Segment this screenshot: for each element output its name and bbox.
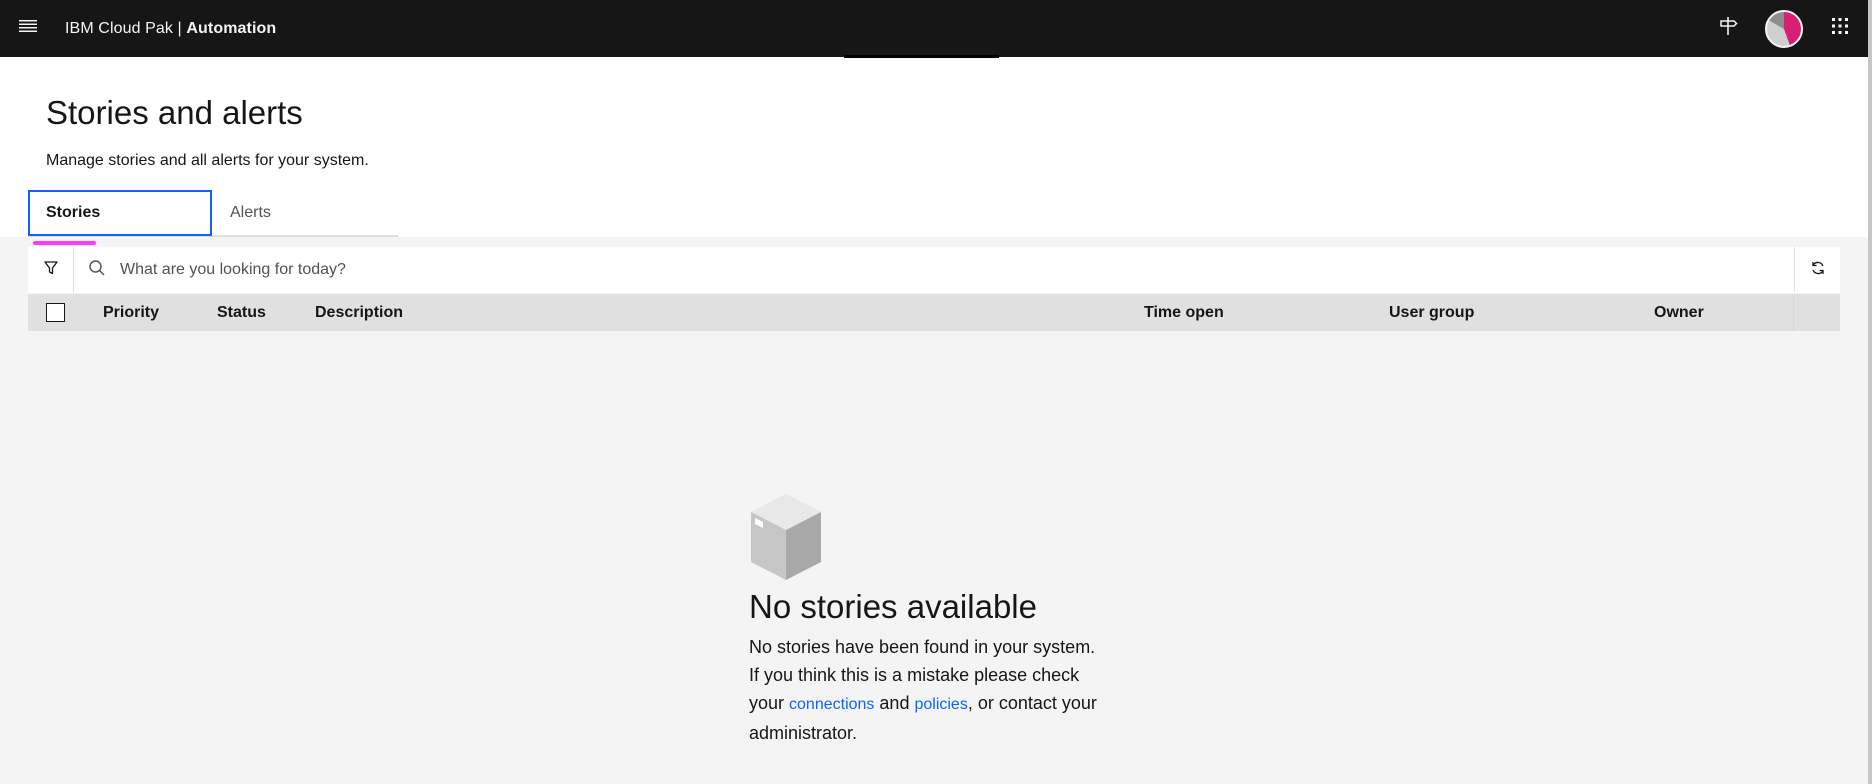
brand-prefix: IBM Cloud Pak | [65, 19, 187, 37]
column-header-description[interactable]: Description [315, 294, 403, 331]
hamburger-menu-icon [18, 18, 38, 39]
empty-state-line-2: If you think this is a mistake please ch… [749, 665, 1080, 685]
connections-link[interactable]: connections [789, 696, 874, 713]
empty-state-line-3: your connections and policies, or contac… [749, 689, 1149, 719]
empty-state-line-4: administrator. [749, 723, 858, 743]
tab-alerts-label: Alerts [230, 203, 271, 221]
empty-state-line-1: No stories have been found in your syste… [749, 637, 1096, 657]
scrollbar-track[interactable] [1868, 0, 1872, 784]
search-box [74, 247, 1794, 293]
empty-box-icon [749, 494, 823, 586]
tab-alerts[interactable]: Alerts [212, 190, 396, 235]
product-brand[interactable]: IBM Cloud Pak | Automation [65, 20, 276, 38]
top-header: IBM Cloud Pak | Automation [0, 0, 1868, 57]
app-switcher-button[interactable] [1812, 0, 1868, 57]
filter-button[interactable] [28, 247, 74, 293]
column-header-user-group[interactable]: User group [1389, 294, 1474, 331]
avatar [1765, 9, 1803, 48]
refresh-icon [1810, 260, 1826, 281]
empty-state-after: , or contact your [967, 693, 1097, 713]
user-avatar-button[interactable] [1756, 0, 1812, 57]
refresh-button[interactable] [1794, 247, 1840, 293]
tab-stories[interactable]: Stories [28, 190, 212, 236]
column-header-priority[interactable]: Priority [103, 294, 159, 331]
column-settings-cell [1793, 294, 1840, 331]
empty-state-message: No stories have been found in your syste… [749, 633, 1149, 747]
signpost-icon [1717, 15, 1739, 42]
tab-stories-label: Stories [46, 204, 101, 221]
empty-state-and: and [874, 693, 915, 713]
app-switcher-grid-icon [1830, 16, 1850, 41]
header-actions [1700, 0, 1868, 57]
search-input[interactable] [120, 250, 1794, 290]
header-divider [844, 55, 999, 58]
empty-state-your: your [749, 693, 790, 713]
page-description: Manage stories and all alerts for your s… [46, 152, 369, 169]
empty-state-illustration [749, 492, 1149, 587]
hamburger-menu-button[interactable] [0, 0, 56, 57]
select-all-checkbox[interactable] [46, 303, 65, 322]
filter-icon [43, 260, 59, 281]
active-tab-indicator [33, 241, 96, 245]
table-toolbar [28, 247, 1840, 293]
search-icon [88, 259, 106, 282]
brand-product: Automation [186, 19, 277, 37]
tab-list: Stories Alerts [28, 190, 398, 237]
signpost-button[interactable] [1700, 0, 1756, 57]
column-header-status[interactable]: Status [217, 294, 266, 331]
page-title: Stories and alerts [46, 94, 303, 131]
column-header-time-open[interactable]: Time open [1144, 294, 1224, 331]
empty-state-title: No stories available [749, 588, 1037, 625]
table-header-row: Priority Status Description Time open Us… [28, 294, 1840, 331]
policies-link[interactable]: policies [914, 696, 967, 713]
column-header-owner[interactable]: Owner [1654, 294, 1704, 331]
